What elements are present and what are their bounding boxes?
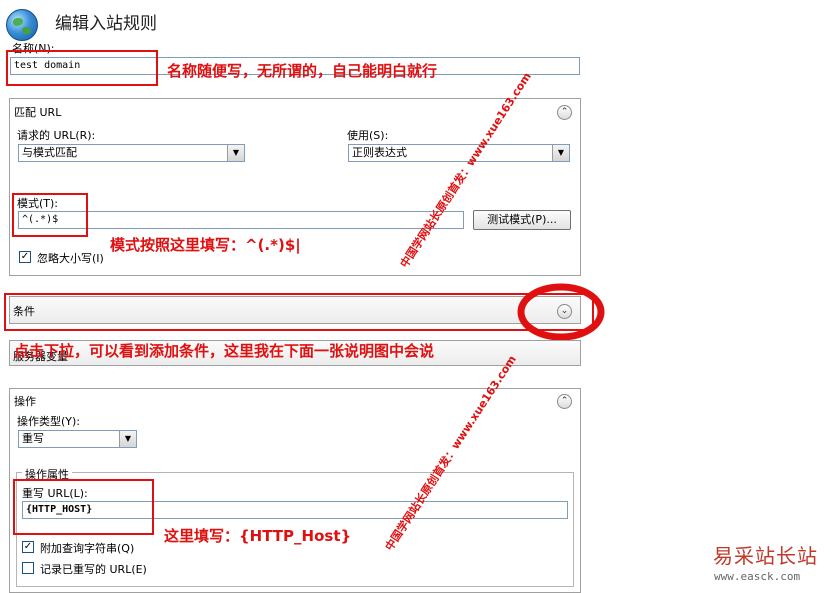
ignore-case-checkbox[interactable]: ✓ bbox=[19, 251, 31, 263]
match-url-collapse-button[interactable]: ⌃ bbox=[557, 105, 572, 120]
name-annotation: 名称随便写，无所谓的，自己能明白就行 bbox=[167, 62, 438, 80]
match-url-header: 匹配 URL bbox=[14, 106, 62, 119]
ignore-case-label: 忽略大小写(I) bbox=[37, 252, 104, 265]
chevron-down-icon: ▼ bbox=[227, 145, 244, 161]
log-rewritten-label: 记录已重写的 URL(E) bbox=[40, 563, 147, 576]
globe-icon bbox=[6, 9, 38, 41]
chevron-down-icon: ▼ bbox=[552, 145, 569, 161]
requested-url-select[interactable]: 与模式匹配 ▼ bbox=[18, 144, 245, 162]
rewrite-annotation: 这里填写：{HTTP_Host} bbox=[164, 527, 352, 545]
brand-url: www.easck.com bbox=[714, 570, 801, 583]
action-type-value: 重写 bbox=[22, 432, 44, 445]
append-query-label: 附加查询字符串(Q) bbox=[40, 542, 135, 555]
pattern-annotation: 模式按照这里填写：^(.*)$| bbox=[110, 236, 301, 254]
action-collapse-button[interactable]: ⌃ bbox=[557, 394, 572, 409]
action-type-label: 操作类型(Y): bbox=[17, 415, 81, 428]
chevron-down-icon: ▼ bbox=[119, 431, 136, 447]
brand-name: 易采站长站 bbox=[713, 544, 818, 568]
check-icon: ✓ bbox=[23, 541, 33, 552]
log-rewritten-checkbox[interactable] bbox=[22, 562, 34, 574]
conditions-annotation: 点击下拉，可以看到添加条件，这里我在下面一张说明图中会说 bbox=[14, 342, 435, 360]
red-circle-mark bbox=[517, 283, 605, 341]
using-select[interactable]: 正则表达式 ▼ bbox=[348, 144, 570, 162]
chevron-up-icon: ⌃ bbox=[560, 107, 569, 117]
requested-url-label: 请求的 URL(R): bbox=[17, 129, 96, 142]
action-header: 操作 bbox=[14, 395, 36, 408]
name-highlight-box bbox=[6, 50, 158, 86]
dialog-title: 编辑入站规则 bbox=[55, 14, 157, 34]
using-value: 正则表达式 bbox=[352, 146, 407, 159]
requested-url-value: 与模式匹配 bbox=[22, 146, 77, 159]
using-label: 使用(S): bbox=[347, 129, 389, 142]
rewrite-url-highlight-box bbox=[13, 479, 154, 535]
pattern-highlight-box bbox=[12, 193, 88, 237]
conditions-highlight-box bbox=[4, 293, 594, 331]
append-query-checkbox[interactable]: ✓ bbox=[22, 541, 34, 553]
test-pattern-button[interactable]: 测试模式(P)... bbox=[473, 210, 571, 230]
chevron-up-icon: ⌃ bbox=[560, 396, 569, 406]
check-icon: ✓ bbox=[20, 251, 30, 262]
action-type-select[interactable]: 重写 ▼ bbox=[18, 430, 137, 448]
